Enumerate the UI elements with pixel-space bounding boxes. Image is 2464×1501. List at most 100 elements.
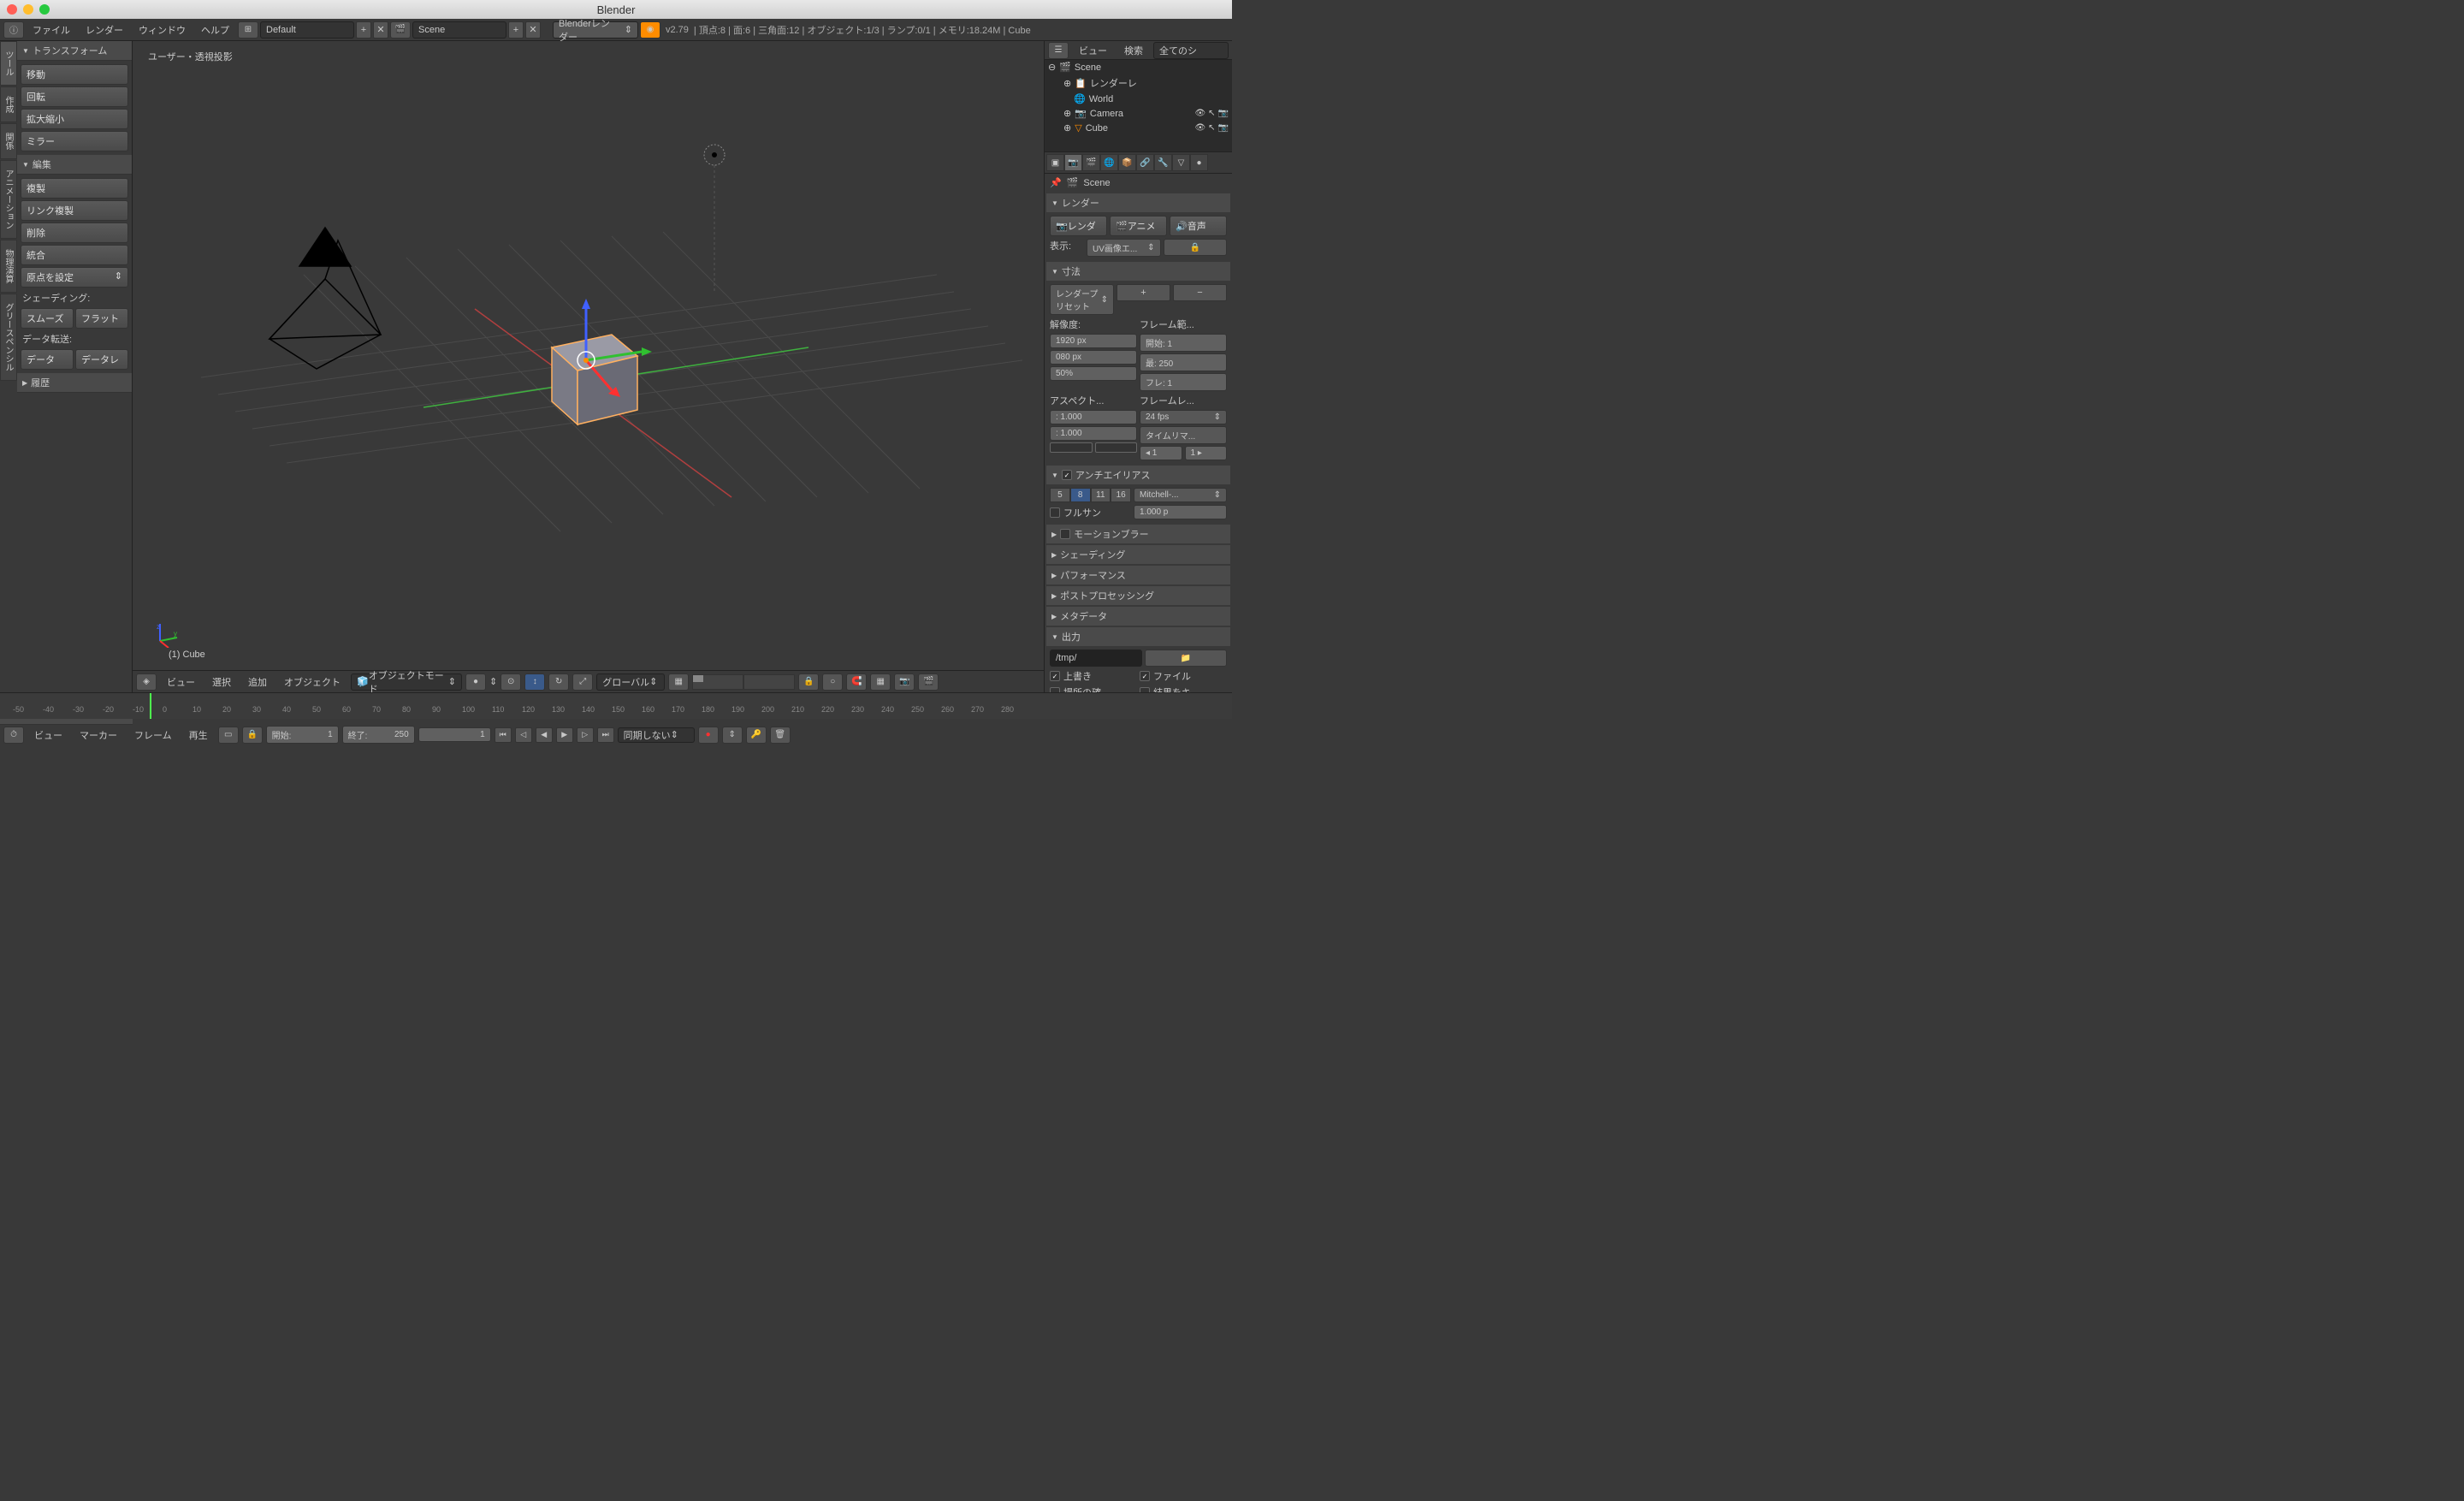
range-icon[interactable]: ▭ [218,727,239,744]
tab-constraints-icon[interactable]: 🔗 [1136,154,1154,171]
border-check[interactable] [1050,442,1093,453]
outliner-type-icon[interactable]: ☰ [1048,42,1069,59]
data-layout-button[interactable]: データレ [75,349,128,370]
camera-object[interactable] [270,228,381,369]
render-preset[interactable]: レンダープリセット⇕ [1050,284,1114,315]
frame-start[interactable]: 開始: 1 [1140,334,1227,352]
new-map[interactable]: 1 ▸ [1185,446,1228,460]
opengl-anim-icon[interactable]: 🎬 [918,673,939,691]
view-menu[interactable]: ビュー [160,673,202,691]
time-remap[interactable]: タイムリマ... [1140,426,1227,444]
outliner-view-menu[interactable]: ビュー [1072,41,1114,60]
jump-last-icon[interactable]: ⏭ [597,727,614,743]
tab-material-icon[interactable]: ● [1190,154,1208,171]
maximize-icon[interactable] [39,4,50,15]
animation-button[interactable]: 🎬アニメ [1110,216,1167,236]
playhead[interactable] [150,693,151,719]
insert-key-icon[interactable]: 🔑 [746,727,767,744]
display-mode[interactable]: UV画像エ...⇕ [1087,239,1161,257]
tab-relations[interactable]: 関係 [0,123,17,159]
proportional-edit-icon[interactable]: ○ [822,673,843,691]
delete-layout-button[interactable]: ✕ [373,21,388,39]
manipulator-translate-icon[interactable]: ↕ [524,673,545,691]
postprocess-header[interactable]: ポストプロセッシング [1046,586,1230,605]
edit-panel-header[interactable]: 編集 [17,155,132,175]
screen-layout[interactable]: Default [260,21,354,39]
output-panel-header[interactable]: 出力 [1046,627,1230,646]
rotate-button[interactable]: 回転 [21,86,128,107]
file-ext-check[interactable] [1140,671,1150,681]
add-scene-button[interactable]: + [508,21,524,39]
start-frame[interactable]: 開始: 1 [266,726,339,744]
frame-end[interactable]: 最: 250 [1140,353,1227,371]
mode-selector[interactable]: 🧊 オブジェクトモード ⇕ [351,673,462,691]
performance-header[interactable]: パフォーマンス [1046,566,1230,584]
file-browser-icon[interactable]: 📁 [1145,650,1227,667]
tab-render-icon[interactable]: ▣ [1046,154,1064,171]
timeline[interactable]: -50-40-30-20-100102030405060708090100110… [0,692,1232,718]
manipulator-scale-icon[interactable]: ⤢ [572,673,593,691]
frame-step[interactable]: フレ: 1 [1140,373,1227,391]
layers-icon[interactable]: ▦ [668,673,689,691]
mirror-button[interactable]: ミラー [21,131,128,151]
render-engine[interactable]: Blenderレンダー⇕ [553,21,638,39]
keying-set-icon[interactable]: ⇕ [722,727,743,744]
menu-file[interactable]: ファイル [26,21,77,39]
play-icon[interactable]: ▶ [556,727,573,743]
pivot-icon[interactable]: ⊙ [500,673,521,691]
play-reverse-icon[interactable]: ◀ [536,727,553,743]
editor-type-icon[interactable]: ⓘ [3,21,24,39]
keyframe-next-icon[interactable]: ▷ [577,727,594,743]
cube-object[interactable] [552,335,637,424]
tab-modifiers-icon[interactable]: 🔧 [1154,154,1172,171]
tab-data-icon[interactable]: ▽ [1172,154,1190,171]
aa-samples[interactable]: 581116 [1050,488,1131,502]
motionblur-header[interactable]: モーションブラー [1046,525,1230,543]
tab-animation[interactable]: アニメーション [0,160,17,239]
tab-grease-pencil[interactable]: グリースペンシル [0,294,17,381]
aspect-y[interactable]: : 1.000 [1050,426,1137,441]
tab-physics[interactable]: 物理演算 [0,240,17,293]
jump-first-icon[interactable]: ⏮ [495,727,512,743]
smooth-button[interactable]: スムーズ [21,308,74,329]
outliner-tree[interactable]: ⊖🎬Scene ⊕📋レンダーレ 🌐World ⊕📷Camera👁↖📷 ⊕▽Cub… [1045,60,1232,151]
render-panel-header[interactable]: レンダー [1046,193,1230,212]
timeline-type-icon[interactable]: ⏱ [3,727,24,744]
pin-icon[interactable]: 📌 [1050,177,1062,188]
output-path[interactable]: /tmp/ [1050,650,1142,667]
add-layout-button[interactable]: + [356,21,371,39]
shading-header[interactable]: シェーディング [1046,545,1230,564]
fps[interactable]: 24 fps⇕ [1140,410,1227,424]
data-button[interactable]: データ [21,349,74,370]
snap-icon[interactable]: 🧲 [846,673,867,691]
aspect-x[interactable]: : 1.000 [1050,410,1137,424]
scene-selector[interactable]: Scene [412,21,506,39]
layer-buttons[interactable] [692,674,795,690]
auto-keyframe-icon[interactable]: ● [698,727,719,744]
3d-viewport[interactable]: ユーザー・透視投影 zy (1) Cube ◈ ビュー 選択 追加 オブジェクト… [133,41,1044,692]
overwrite-check[interactable] [1050,671,1060,681]
aa-filter[interactable]: Mitchell-...⇕ [1134,488,1227,502]
fullsample-check[interactable] [1050,507,1060,518]
dimensions-panel-header[interactable]: 寸法 [1046,262,1230,281]
lock-camera-icon[interactable]: 🔒 [798,673,819,691]
end-frame[interactable]: 終了: 250 [342,726,415,744]
transform-panel-header[interactable]: トランスフォーム [17,41,132,61]
metadata-header[interactable]: メタデータ [1046,607,1230,626]
manipulator-rotate-icon[interactable]: ↻ [548,673,569,691]
crop-check[interactable] [1095,442,1138,453]
timeline-marker-menu[interactable]: マーカー [73,726,124,745]
close-icon[interactable] [7,4,17,15]
resolution-pct[interactable]: 50% [1050,366,1137,381]
editor-type-3dview-icon[interactable]: ◈ [136,673,157,691]
flat-button[interactable]: フラット [75,308,128,329]
menu-window[interactable]: ウィンドウ [132,21,192,39]
delete-button[interactable]: 削除 [21,222,128,243]
select-menu[interactable]: 選択 [205,673,238,691]
scene-icon[interactable]: 🎬 [390,21,411,39]
join-button[interactable]: 統合 [21,245,128,265]
opengl-render-icon[interactable]: 📷 [894,673,915,691]
timeline-view-menu[interactable]: ビュー [27,726,69,745]
timeline-frame-menu[interactable]: フレーム [127,726,179,745]
link-duplicate-button[interactable]: リンク複製 [21,200,128,221]
